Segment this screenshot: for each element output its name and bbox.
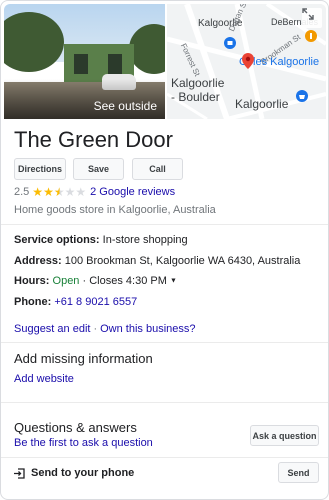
hours-detail: · Closes 4:30 PM [82,275,167,287]
reviews-link[interactable]: 2 Google reviews [90,186,175,198]
map-area-line2: - Boulder [171,90,220,104]
add-website-link[interactable]: Add website [14,373,74,385]
expand-icon [302,8,314,20]
qa-title: Questions & answers [14,420,137,435]
star-full-icon: ★ [32,185,44,199]
hours[interactable]: Hours: Open · Closes 4:30 PM ▼ [14,275,177,287]
address-value: 100 Brookman St, Kalgoorlie WA 6430, Aus… [64,255,301,267]
rating-row: 2.5 ★ ★ ★ ★ ★ 2 Google reviews [14,185,175,199]
chevron-down-icon[interactable]: ▼ [170,278,177,285]
map-label-kalgoorlie-bottom: Kalgoorlie [235,97,289,111]
divider [1,457,328,458]
address: Address: 100 Brookman St, Kalgoorlie WA … [14,255,300,267]
hours-label: Hours: [14,275,50,287]
rating-score: 2.5 [14,186,30,198]
rating-stars: ★ ★ ★ ★ ★ [32,186,86,198]
expand-map-button[interactable] [302,8,322,28]
photo-tree [4,12,64,72]
edit-links: Suggest an edit · Own this business? [14,323,196,335]
street-view-photo[interactable]: See outside [4,4,165,119]
service-options-label: Service options: [14,234,100,246]
star-empty-icon: ★ [75,185,87,199]
send-button[interactable]: Send [278,462,319,483]
service-options: Service options: In-store shopping [14,234,188,246]
send-to-phone: Send to your phone [14,467,134,479]
directions-button[interactable]: Directions [14,158,66,180]
map-thumbnail[interactable]: Kalgoorlie DeBernales Forrest St Dugan S… [167,4,326,119]
map-poi-restaurant-icon [305,30,317,42]
map-area-line1: Kalgoorlie [171,76,225,90]
photo-tree [129,24,165,74]
phone-number-link[interactable]: +61 8 9021 6557 [54,296,137,308]
service-options-value: In-store shopping [102,234,188,246]
see-outside-label: See outside [93,99,157,113]
map-poi-store-icon [296,90,308,102]
phone-label: Phone: [14,296,52,308]
divider [1,342,328,343]
business-name: The Green Door [14,127,173,152]
photo-window [108,54,122,74]
knowledge-panel: See outside Kalgoorlie DeBernales Forres… [0,0,329,500]
suggest-edit-link[interactable]: Suggest an edit [14,323,90,335]
missing-info-title: Add missing information [14,351,153,366]
own-business-link[interactable]: Own this business? [100,323,195,335]
photo-window [74,54,88,74]
business-category: Home goods store in Kalgoorlie, Australi… [14,204,216,216]
media-strip: See outside Kalgoorlie DeBernales Forres… [4,4,326,119]
ask-question-button[interactable]: Ask a question [250,425,319,446]
hours-status: Open [52,275,80,287]
first-question-link[interactable]: Be the first to ask a question [14,437,153,449]
call-button[interactable]: Call [132,158,183,180]
star-full-icon: ★ [43,185,54,199]
map-poi-shop-icon [224,37,236,49]
map-pin-icon [242,53,254,69]
star-half-icon: ★ [53,185,65,199]
star-empty-icon: ★ [64,185,76,199]
phone: Phone: +61 8 9021 6557 [14,296,137,308]
divider [1,402,328,403]
send-to-phone-label: Send to your phone [31,467,135,479]
save-button[interactable]: Save [73,158,124,180]
links-separator: · [93,323,98,335]
divider [1,224,328,225]
address-label: Address: [14,255,62,267]
send-to-phone-icon [14,467,25,479]
